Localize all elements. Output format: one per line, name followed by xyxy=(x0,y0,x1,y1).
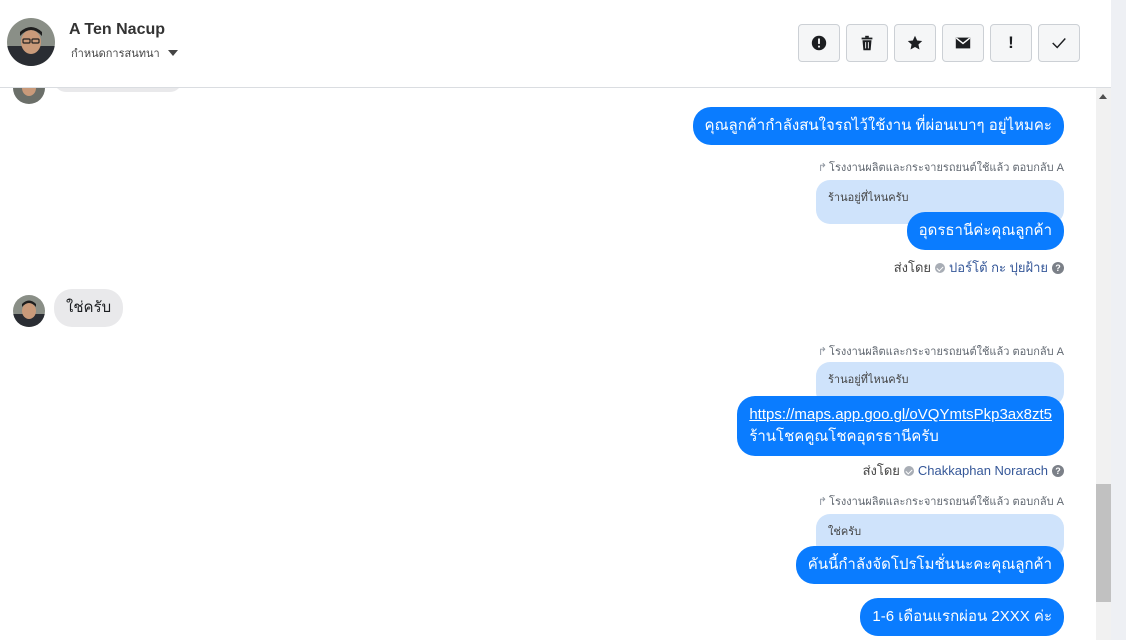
message-thread[interactable]: คุณลูกค้ากำลังสนใจรถไว้ใช้งาน ที่ผ่อนเบา… xyxy=(0,88,1096,640)
delete-button[interactable] xyxy=(846,24,888,62)
sent-by-label: ส่งโดย xyxy=(862,463,900,478)
reply-context: ↱ โรงงานผลิตและกระจายรถยนต์ใช้แล้ว ตอบกล… xyxy=(818,492,1064,510)
outgoing-message[interactable]: อุดรธานีค่ะคุณลูกค้า xyxy=(906,212,1064,250)
help-icon[interactable]: ? xyxy=(1052,261,1064,274)
page-scrollbar-track xyxy=(1111,0,1126,640)
outgoing-message[interactable]: https://maps.app.goo.gl/oVQYmtsPkp3ax8zt… xyxy=(737,396,1064,456)
star-icon xyxy=(907,35,923,50)
sent-by: ส่งโดย ปอร์โต้ กะ ปุยฝ้าย ? xyxy=(894,257,1064,278)
report-button[interactable] xyxy=(798,24,840,62)
verified-icon xyxy=(903,465,914,476)
reply-context: ↱ โรงงานผลิตและกระจายรถยนต์ใช้แล้ว ตอบกล… xyxy=(818,342,1064,360)
message-scrollbar[interactable] xyxy=(1096,88,1111,640)
map-link[interactable]: https://maps.app.goo.gl/oVQYmtsPkp3ax8zt… xyxy=(749,406,1052,423)
conversation-header: A Ten Nacup กำหนดการสนทนา ! xyxy=(0,0,1111,88)
outgoing-message[interactable]: คันนี้กำลังจัดโปรโมชั่นนะคะคุณลูกค้า xyxy=(795,546,1064,584)
caret-down-icon xyxy=(167,50,178,56)
incoming-message[interactable]: ใช่ครับ xyxy=(54,289,124,327)
reply-context-label: โรงงานผลิตและกระจายรถยนต์ใช้แล้ว ตอบกลับ… xyxy=(829,162,1064,174)
envelope-icon xyxy=(955,37,971,49)
scroll-up-arrow-icon[interactable] xyxy=(1099,94,1107,99)
previous-sender-avatar xyxy=(13,88,45,104)
outgoing-message[interactable]: 1-6 เดือนแรกผ่อน 2XXX ค่ะ xyxy=(860,598,1064,636)
reply-context-label: โรงงานผลิตและกระจายรถยนต์ใช้แล้ว ตอบกลับ… xyxy=(829,496,1064,508)
important-button[interactable]: ! xyxy=(990,24,1032,62)
reply-arrow-icon: ↱ xyxy=(817,495,828,508)
reply-context-label: โรงงานผลิตและกระจายรถยนต์ใช้แล้ว ตอบกลับ… xyxy=(829,346,1064,358)
sender-name[interactable]: Chakkaphan Norarach xyxy=(918,463,1048,478)
reply-context: ↱ โรงงานผลิตและกระจายรถยนต์ใช้แล้ว ตอบกล… xyxy=(818,158,1064,176)
contact-name[interactable]: A Ten Nacup xyxy=(69,21,165,39)
sent-by-label: ส่งโดย xyxy=(893,260,932,275)
contact-avatar-small[interactable] xyxy=(13,295,45,327)
mark-unread-button[interactable] xyxy=(942,24,984,62)
help-icon[interactable]: ? xyxy=(1052,464,1064,477)
alert-circle-icon xyxy=(811,35,827,51)
scrollbar-thumb[interactable] xyxy=(1096,484,1111,602)
check-icon xyxy=(1052,38,1066,49)
verified-icon xyxy=(935,262,946,273)
trash-icon xyxy=(861,35,873,51)
sender-name[interactable]: ปอร์โต้ กะ ปุยฝ้าย xyxy=(949,257,1048,278)
star-button[interactable] xyxy=(894,24,936,62)
contact-avatar[interactable] xyxy=(7,18,55,66)
reply-arrow-icon: ↱ xyxy=(817,161,828,174)
outgoing-message-text: ร้านโชคคูณโชคอุดรธานีครับ xyxy=(749,428,939,445)
outgoing-message[interactable]: คุณลูกค้ากำลังสนใจรถไว้ใช้งาน ที่ผ่อนเบา… xyxy=(692,107,1064,145)
reply-arrow-icon: ↱ xyxy=(817,345,828,358)
conversation-settings-label: กำหนดการสนทนา xyxy=(71,48,160,60)
previous-incoming-bubble xyxy=(54,88,182,92)
exclamation-icon: ! xyxy=(1008,33,1014,52)
sent-by: ส่งโดย Chakkaphan Norarach ? xyxy=(863,460,1064,481)
conversation-toolbar: ! xyxy=(798,24,1080,62)
done-button[interactable] xyxy=(1038,24,1080,62)
conversation-settings-dropdown[interactable]: กำหนดการสนทนา xyxy=(71,44,178,62)
